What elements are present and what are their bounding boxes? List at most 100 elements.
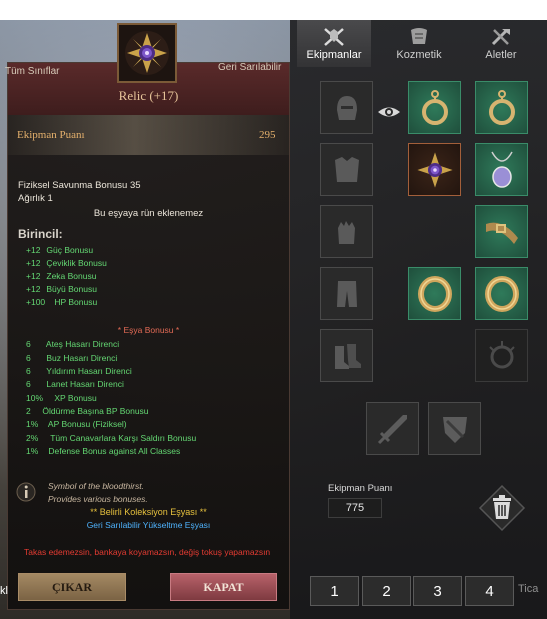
stat-name: HP Bonusu bbox=[54, 297, 98, 307]
bonus-name: Defense Bonus against All Classes bbox=[48, 446, 181, 456]
slot-necklace[interactable] bbox=[475, 143, 528, 196]
slot-belt[interactable] bbox=[475, 205, 528, 258]
item-bonus-row: 6 Ateş Hasarı Direnci bbox=[26, 339, 119, 349]
slot-helmet[interactable] bbox=[320, 81, 373, 134]
slot-sub-weapon[interactable] bbox=[428, 402, 481, 455]
bonus-value: 6 bbox=[26, 339, 31, 349]
info-icon bbox=[16, 482, 36, 502]
slot-main-weapon[interactable] bbox=[366, 402, 419, 455]
equipment-points-label: Ekipman Puanı bbox=[17, 129, 85, 141]
belt-icon bbox=[485, 222, 518, 244]
bonus-value: 1% bbox=[26, 446, 39, 456]
item-bonus-heading: * Eşya Bonusu * bbox=[117, 325, 180, 335]
stat-value: +12 bbox=[26, 271, 41, 281]
stat-value: +12 bbox=[26, 258, 41, 268]
bonus-name: Lanet Hasarı Direnci bbox=[46, 379, 124, 389]
item-bonus-row: 1% Defense Bonus against All Classes bbox=[26, 446, 180, 456]
physical-defense-stat: Fiziksel Savunma Bonusu 35 bbox=[18, 180, 141, 191]
item-bonus-row: 2% Tüm Canavarlara Karşı Saldırı Bonusu bbox=[26, 433, 196, 443]
page-button-2[interactable]: 2 bbox=[362, 576, 411, 606]
helmet-icon bbox=[336, 95, 357, 120]
item-bonus-row: 6 Lanet Hasarı Direnci bbox=[26, 379, 124, 389]
armor-icon bbox=[324, 28, 344, 46]
brooch-icon bbox=[488, 340, 515, 368]
rollback-status: Geri Sarılabilir bbox=[218, 62, 282, 73]
flavor-text-line1: Symbol of the bloodthirst. bbox=[48, 481, 144, 491]
slot-gloves[interactable] bbox=[320, 205, 373, 258]
necklace-icon bbox=[490, 151, 513, 188]
stat-value: +12 bbox=[26, 245, 41, 255]
tab-cosmetic[interactable]: Kozmetik bbox=[382, 20, 456, 67]
bonus-name: Öldürme Başına BP Bonusu bbox=[42, 406, 149, 416]
tab-label: Ekipmanlar bbox=[306, 49, 362, 61]
stat-name: Güç Bonusu bbox=[46, 245, 94, 255]
gloves-icon bbox=[337, 220, 355, 244]
stat-name: Büyü Bonusu bbox=[46, 284, 97, 294]
tab-tools[interactable]: Aletler bbox=[464, 20, 538, 67]
trash-icon[interactable] bbox=[478, 484, 526, 532]
relic-item-icon bbox=[117, 23, 177, 83]
slot-ring-2[interactable] bbox=[475, 267, 528, 320]
trade-restriction-warning: Takas edemezsin, bankaya koyamazsın, değ… bbox=[24, 547, 271, 557]
page-button-1[interactable]: 1 bbox=[310, 576, 359, 606]
sword-icon bbox=[377, 414, 407, 444]
slot-brooch[interactable] bbox=[475, 329, 528, 382]
chest-armor-icon bbox=[334, 156, 359, 182]
stat-name: Zeka Bonusu bbox=[46, 271, 97, 281]
bonus-name: Tüm Canavarlara Karşı Saldırı Bonusu bbox=[50, 433, 197, 443]
bonus-value: 2% bbox=[26, 433, 39, 443]
item-bonus-row: 2 Öldürme Başına BP Bonusu bbox=[26, 406, 149, 416]
shield-icon bbox=[442, 416, 467, 443]
earring-icon bbox=[488, 89, 515, 125]
item-bonus-row: 10% XP Bonusu bbox=[26, 393, 97, 403]
bonus-name: Buz Hasarı Direnci bbox=[46, 353, 118, 363]
stat-value: +12 bbox=[26, 284, 41, 294]
panel-equipment-points-value: 775 bbox=[328, 498, 382, 518]
rune-note: Bu eşyaya rün eklenemez bbox=[93, 208, 204, 219]
slot-boots[interactable] bbox=[320, 329, 373, 382]
bonus-value: 6 bbox=[26, 379, 31, 389]
bonus-name: AP Bonusu (Fiziksel) bbox=[47, 419, 127, 429]
weight-stat: Ağırlık 1 bbox=[18, 193, 53, 204]
obscured-text-fragment: Tica bbox=[518, 583, 539, 595]
slot-relic[interactable] bbox=[408, 143, 461, 196]
stat-name: Çeviklik Bonusu bbox=[46, 258, 107, 268]
bonus-name: Ateş Hasarı Direnci bbox=[45, 339, 120, 349]
primary-heading: Birincil: bbox=[18, 227, 63, 241]
page-button-3[interactable]: 3 bbox=[413, 576, 462, 606]
pants-icon bbox=[336, 280, 357, 307]
tab-equipment[interactable]: Ekipmanlar bbox=[297, 20, 371, 67]
bonus-value: 10% bbox=[26, 393, 44, 403]
slot-ring-1[interactable] bbox=[408, 267, 461, 320]
item-name: Relic (+17) bbox=[118, 88, 179, 103]
tab-label: Kozmetik bbox=[396, 49, 442, 61]
primary-stat-row: +12 Güç Bonusu bbox=[26, 245, 93, 255]
cosmetic-icon bbox=[411, 28, 427, 44]
relic-icon bbox=[416, 151, 453, 188]
slot-chest[interactable] bbox=[320, 143, 373, 196]
rollback-upgrade-note: Geri Sarılabilir Yükseltme Eşyası bbox=[86, 520, 211, 530]
bonus-value: 1% bbox=[26, 419, 39, 429]
bonus-value: 6 bbox=[26, 353, 31, 363]
bonus-name: Yıldırım Hasarı Direnci bbox=[46, 366, 132, 376]
slot-earring-1[interactable] bbox=[408, 81, 461, 134]
primary-stat-row: +12 Büyü Bonusu bbox=[26, 284, 97, 294]
slot-pants[interactable] bbox=[320, 267, 373, 320]
tools-icon bbox=[491, 29, 510, 46]
collection-item-note: ** Belirli Koleksiyon Eşyası ** bbox=[90, 507, 207, 517]
item-bonus-row: 1% AP Bonusu (Fiziksel) bbox=[26, 419, 127, 429]
close-button[interactable]: KAPAT bbox=[170, 573, 277, 601]
bonus-name: XP Bonusu bbox=[54, 393, 97, 403]
page-button-4[interactable]: 4 bbox=[465, 576, 514, 606]
earring-icon bbox=[421, 89, 448, 125]
bonus-value: 2 bbox=[26, 406, 31, 416]
eye-visibility-icon[interactable] bbox=[377, 103, 401, 121]
item-bonus-row: 6 Yıldırım Hasarı Direnci bbox=[26, 366, 132, 376]
remove-button[interactable]: ÇIKAR bbox=[18, 573, 126, 601]
bonus-value: 6 bbox=[26, 366, 31, 376]
obscured-text-fragment: kl bbox=[0, 585, 8, 597]
stat-value: +100 bbox=[26, 297, 46, 307]
slot-earring-2[interactable] bbox=[475, 81, 528, 134]
primary-stat-row: +12 Çeviklik Bonusu bbox=[26, 258, 107, 268]
panel-equipment-points-label: Ekipman Puanı bbox=[328, 483, 393, 494]
